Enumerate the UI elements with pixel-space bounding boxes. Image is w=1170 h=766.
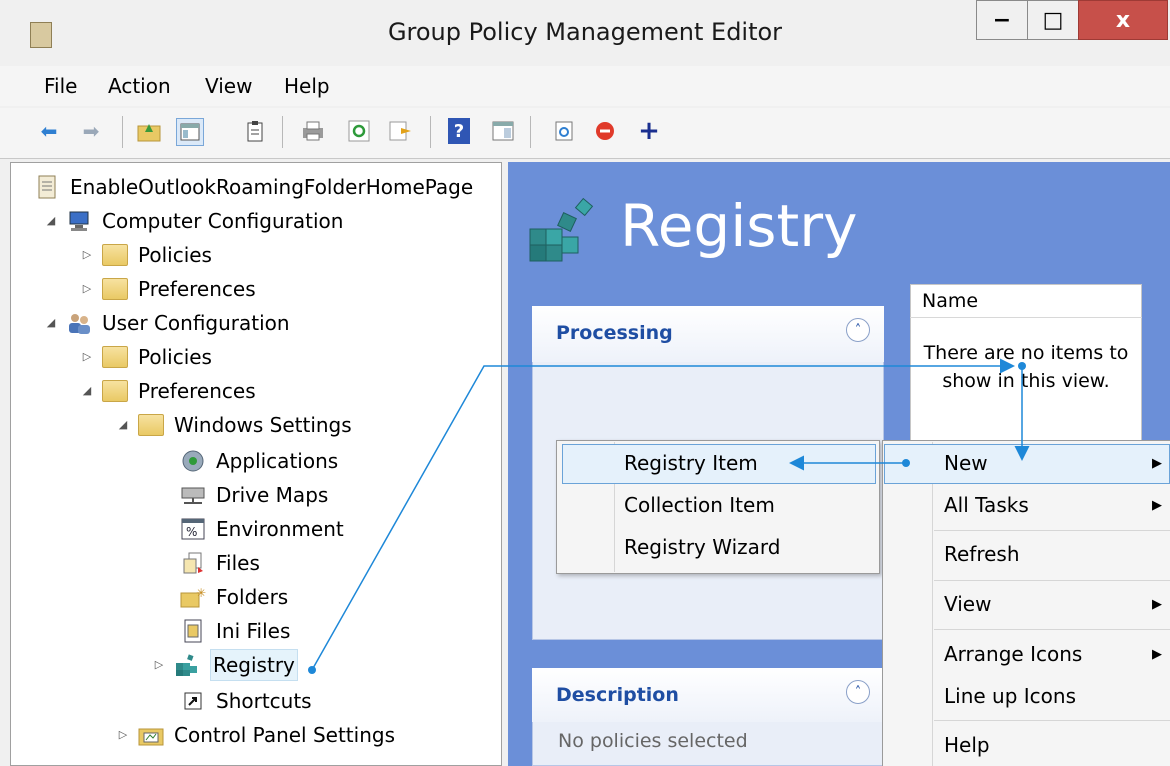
- annotation-overlay: [308, 358, 1030, 674]
- annotation-arrow: [311, 358, 1015, 671]
- annotation-dot: [308, 666, 316, 674]
